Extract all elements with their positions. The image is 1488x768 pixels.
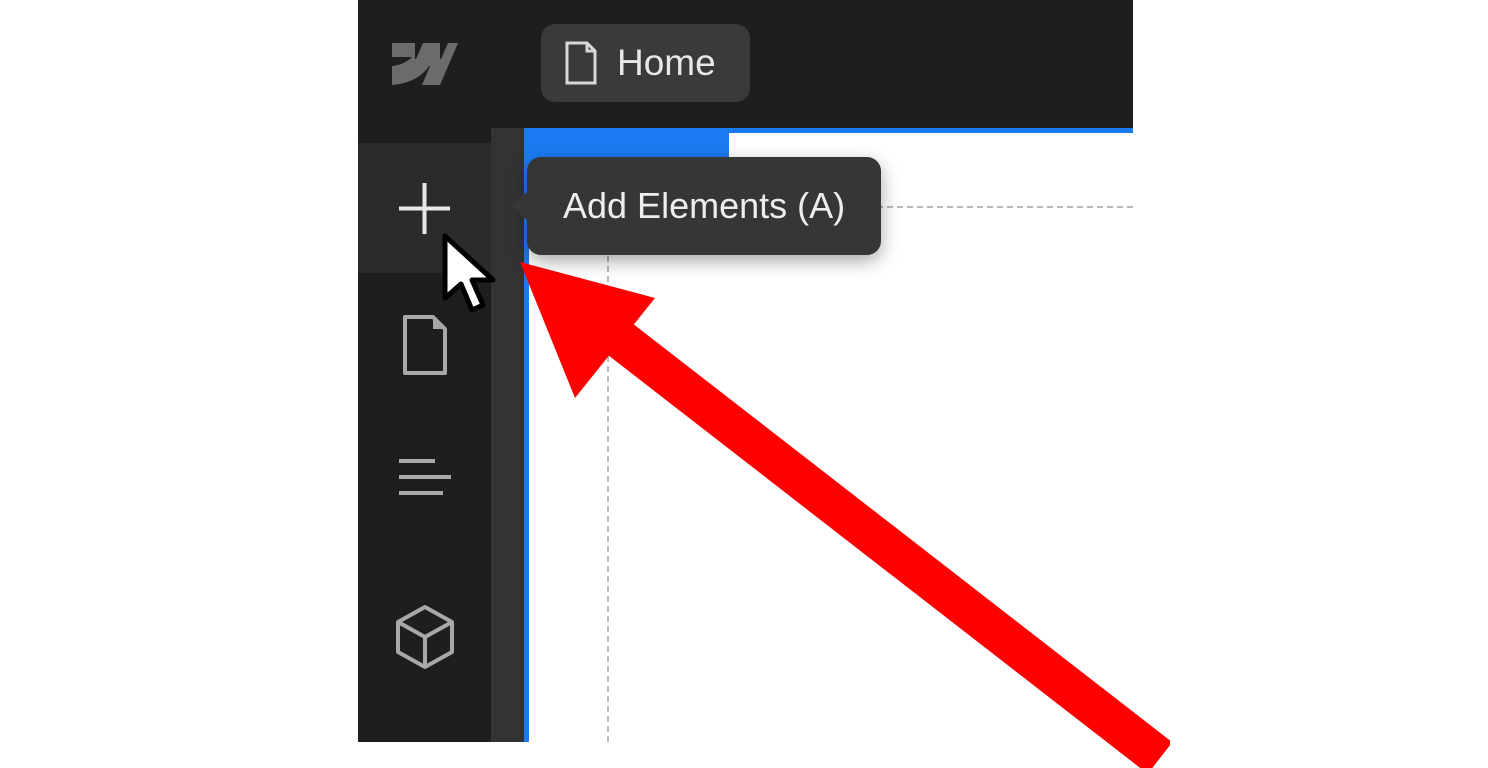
webflow-logo-icon	[392, 43, 458, 85]
cube-icon	[396, 605, 454, 669]
tooltip-text: Add Elements (A)	[563, 185, 845, 226]
left-sidebar	[358, 0, 491, 742]
canvas-guide-box	[607, 206, 1133, 742]
assets-button[interactable]	[358, 572, 491, 702]
page-label: Home	[617, 42, 716, 84]
page-icon	[401, 315, 449, 375]
webflow-logo[interactable]	[358, 0, 491, 128]
page-selector[interactable]: Home	[541, 24, 750, 102]
navigator-button[interactable]	[358, 412, 491, 542]
navigator-icon	[399, 457, 451, 497]
pages-button[interactable]	[358, 280, 491, 410]
app-frame: Home	[358, 0, 1133, 742]
add-elements-tooltip: Add Elements (A)	[527, 157, 881, 255]
page-icon	[563, 41, 599, 85]
plus-icon	[397, 181, 452, 236]
add-elements-button[interactable]	[358, 143, 491, 273]
